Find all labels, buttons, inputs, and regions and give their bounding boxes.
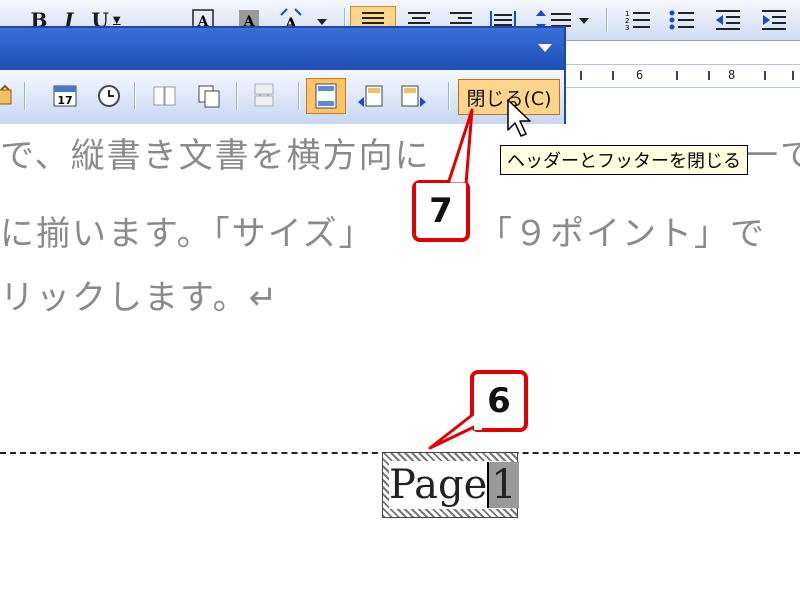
toolbar-separator: [298, 82, 300, 110]
close-header-footer-button[interactable]: 閉じる(C): [458, 79, 560, 115]
document-text-line: で、縦書き文書を横方向に: [0, 136, 431, 176]
numbering-button[interactable]: 123: [620, 6, 656, 34]
insert-autotext-icon: [0, 84, 12, 105]
show-next-button[interactable]: [396, 80, 430, 112]
ruler-tick: [792, 71, 794, 80]
show-next-icon: [401, 85, 426, 107]
ruler-tick: [580, 71, 582, 80]
page-setup-icon: [153, 86, 176, 106]
ruler-number: 8: [728, 68, 736, 82]
close-button-label: 閉じる(C): [466, 87, 552, 110]
toolbar-separator: [236, 82, 238, 110]
bullets-icon: [669, 10, 694, 30]
document-text-line: リックします。↵: [0, 278, 280, 318]
ruler-number: 6: [636, 68, 644, 82]
insert-time-button[interactable]: [92, 80, 126, 112]
ruler-tick: [764, 71, 766, 80]
same-as-previous-icon: [254, 83, 274, 107]
toolbar-title-bar[interactable]: [0, 28, 564, 70]
switch-header-footer-button[interactable]: [306, 78, 346, 114]
document-text-line: に揃います。「サイズ」: [0, 214, 375, 254]
close-button-tooltip: ヘッダーとフッターを閉じる: [500, 145, 748, 175]
page-number-content: Page 1: [389, 461, 519, 509]
show-hide-document-text-button[interactable]: [192, 80, 226, 112]
document-text-line-tail: 「９ポイント」で: [478, 214, 766, 254]
same-as-previous-button[interactable]: [248, 80, 282, 112]
bullets-button[interactable]: [664, 6, 700, 34]
decrease-indent-icon: [716, 10, 740, 30]
insert-autotext-button[interactable]: [0, 80, 18, 112]
show-previous-icon: [358, 85, 383, 107]
page-number-label: Page: [389, 462, 488, 508]
svg-text:3: 3: [625, 24, 629, 32]
increase-indent-button[interactable]: [756, 6, 792, 34]
header-footer-toolbar: 17 閉じる(C): [0, 26, 566, 124]
page-number-field[interactable]: 1: [487, 462, 519, 508]
insert-time-icon: [98, 85, 120, 107]
step-7-callout: 7: [412, 180, 470, 242]
ruler-tick: [676, 71, 678, 80]
increase-indent-icon: [762, 10, 786, 30]
show-previous-button[interactable]: [354, 80, 388, 112]
page-number-frame[interactable]: Page 1: [382, 452, 519, 518]
decrease-indent-button[interactable]: [710, 6, 746, 34]
toolbar-separator: [448, 82, 450, 110]
svg-text:17: 17: [57, 94, 72, 107]
toolbar-separator: [24, 82, 26, 110]
ruler-tick: [708, 71, 710, 80]
toolbar-options-icon[interactable]: [538, 44, 552, 52]
toolbar-separator: [606, 8, 608, 32]
switch-header-footer-icon: [315, 83, 337, 109]
toolbar-separator: [134, 82, 136, 110]
ruler-tick: [612, 71, 614, 80]
show-hide-document-text-icon: [198, 85, 220, 108]
page-setup-button[interactable]: [148, 80, 182, 112]
insert-date-icon: 17: [53, 85, 77, 107]
insert-date-button[interactable]: 17: [48, 80, 82, 112]
header-footer-toolbar-buttons: 17 閉じる(C): [0, 70, 564, 124]
numbering-icon: 123: [625, 10, 650, 32]
step-6-callout: 6: [470, 370, 528, 432]
document-text-line-tail: 一て: [744, 136, 800, 176]
